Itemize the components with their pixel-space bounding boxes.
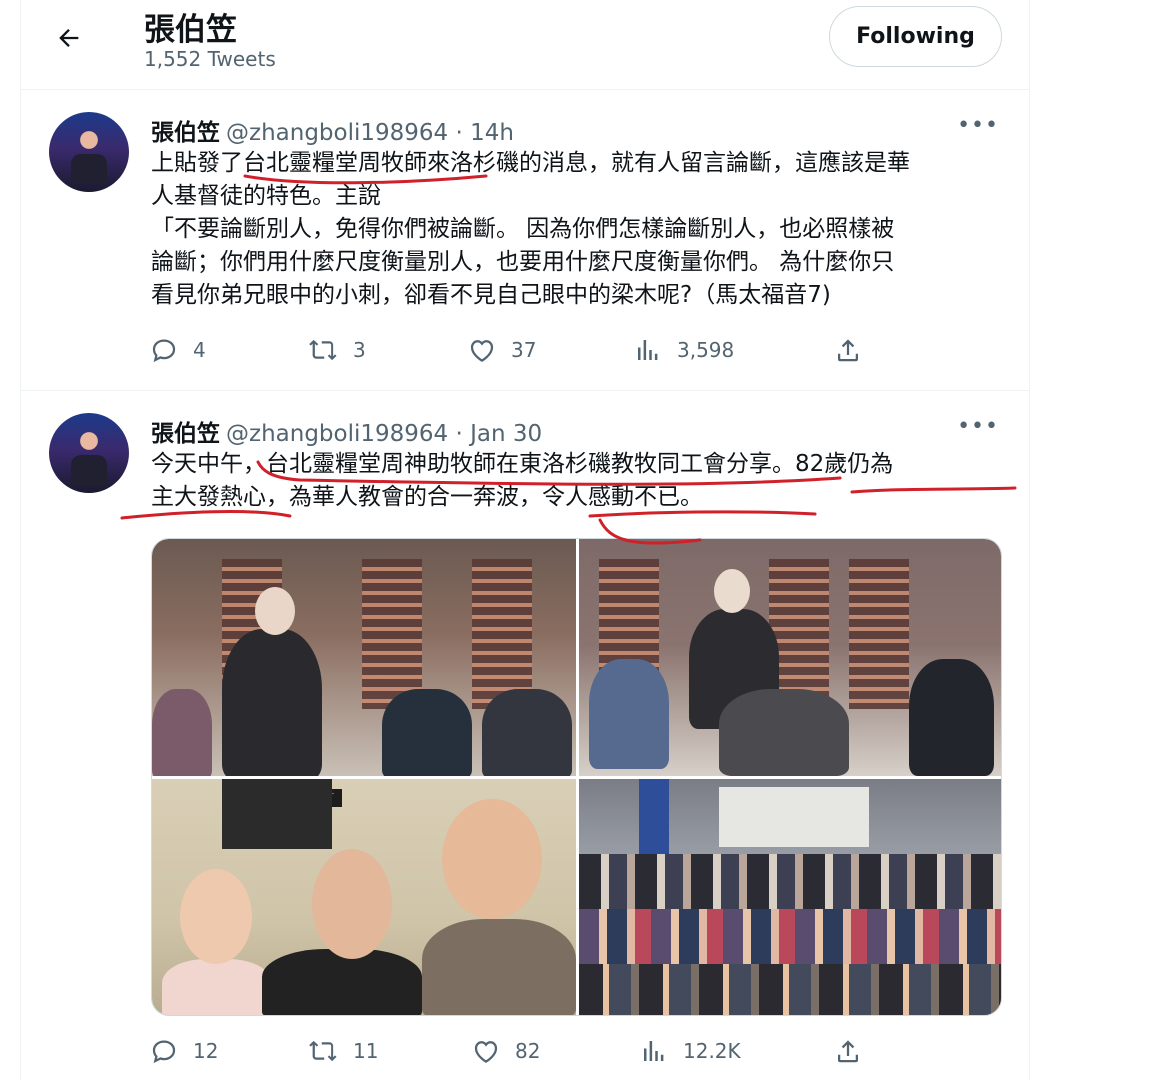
ellipsis-icon: ••• — [957, 414, 999, 439]
elder-head — [312, 849, 392, 959]
share-button[interactable] — [833, 1036, 863, 1066]
reply-button[interactable]: 12 — [149, 1036, 218, 1066]
retweet-icon — [309, 339, 337, 361]
like-count: 82 — [515, 1039, 541, 1063]
reply-button[interactable]: 4 — [149, 335, 206, 365]
tweet-line: 人基督徒的特色。主說 — [151, 183, 381, 209]
author-name[interactable]: 張伯笠 — [151, 421, 220, 447]
crowd-back-row — [579, 854, 1001, 914]
seated-person — [719, 689, 849, 776]
tweet-text: 上貼發了台北靈糧堂周牧師來洛杉磯的消息，就有人留言論斷，這應該是華 人基督徒的特… — [151, 147, 1006, 312]
seated-person — [382, 689, 472, 776]
views-button[interactable]: 12.2K — [639, 1036, 741, 1066]
author-handle[interactable]: @zhangboli198964 · 14h — [226, 120, 514, 146]
tweet-actions: 12 11 82 12.2K — [149, 1036, 869, 1076]
tweet-line: 主大發熱心，為華人教會的合一奔波，令人感動不已。 — [151, 484, 703, 510]
retweet-count: 11 — [353, 1039, 379, 1063]
elder-figure — [262, 949, 422, 1015]
speaker-head — [714, 569, 750, 613]
tweet-line: 「不要論斷別人，免得你們被論斷。 因為你們怎樣論斷別人，也必照樣被 — [151, 216, 895, 242]
reply-icon — [152, 1040, 176, 1064]
speaker-head — [255, 587, 295, 635]
analytics-icon — [644, 1041, 664, 1061]
woman-head — [180, 869, 252, 964]
tweet-meta: 張伯笠 @zhangboli198964 · 14h — [151, 113, 514, 147]
avatar[interactable] — [49, 112, 129, 192]
photo-speaker-room[interactable] — [579, 539, 1001, 776]
tweet-line: 上貼發了台北靈糧堂周牧師來洛杉磯的消息，就有人留言論斷，這應該是華 — [151, 150, 910, 176]
crowd-middle-row — [579, 909, 1001, 969]
heart-icon — [474, 1041, 498, 1063]
tweet-line: 看見你弟兄眼中的小刺，卻看不見自己眼中的梁木呢?（馬太福音7) — [151, 282, 831, 308]
seated-person — [589, 659, 669, 769]
man-figure — [422, 919, 576, 1015]
window-blind — [362, 559, 422, 709]
more-options-button[interactable]: ••• — [957, 113, 999, 138]
photo-grid: EXIT — [151, 538, 1002, 1016]
analytics-icon — [638, 340, 658, 360]
tweet[interactable]: 張伯笠 @zhangboli198964 · 14h ••• 上貼發了台北靈糧堂周… — [21, 91, 1029, 391]
view-count: 3,598 — [677, 338, 735, 362]
heart-icon — [470, 340, 494, 362]
retweet-icon — [309, 1040, 337, 1062]
reply-icon — [152, 339, 176, 363]
retweet-count: 3 — [353, 338, 366, 362]
profile-name: 張伯笠 — [144, 12, 237, 48]
tweet-text: 今天中午，台北靈糧堂周神助牧師在東洛杉磯教牧同工會分享。82歲仍為 主大發熱心，… — [151, 448, 1006, 514]
seated-person — [909, 659, 994, 776]
retweet-button[interactable]: 11 — [307, 1036, 378, 1066]
author-handle[interactable]: @zhangboli198964 · Jan 30 — [226, 421, 542, 447]
like-button[interactable]: 82 — [471, 1036, 540, 1066]
profile-header: 張伯笠 1,552 Tweets Following — [21, 0, 1029, 90]
man-head — [442, 799, 542, 919]
like-button[interactable]: 37 — [467, 335, 536, 365]
crowd-front-row — [579, 964, 1001, 1015]
tweet-line: 今天中午，台北靈糧堂周神助牧師在東洛杉磯教牧同工會分享。82歲仍為 — [151, 451, 894, 477]
tweet-line: 論斷；你們用什麼尺度衡量別人，也要用什麼尺度衡量你們。 為什麼你只 — [151, 249, 895, 275]
seated-person — [152, 689, 212, 776]
seated-person — [482, 689, 572, 776]
view-count: 12.2K — [683, 1039, 741, 1063]
tweet-meta: 張伯笠 @zhangboli198964 · Jan 30 — [151, 414, 542, 448]
photo-group-photo[interactable] — [579, 779, 1001, 1015]
tweet-actions: 4 3 37 3,598 — [149, 335, 869, 375]
share-icon — [838, 1040, 858, 1063]
speaker-figure — [222, 629, 322, 776]
like-count: 37 — [511, 338, 537, 362]
following-button[interactable]: Following — [829, 6, 1002, 67]
ellipsis-icon: ••• — [957, 113, 999, 138]
back-button[interactable] — [49, 18, 89, 58]
tweet[interactable]: 張伯笠 @zhangboli198964 · Jan 30 ••• 今天中午，台北… — [21, 392, 1029, 1080]
photo-speaker-standing[interactable] — [152, 539, 576, 776]
retweet-button[interactable]: 3 — [307, 335, 366, 365]
window-blind — [849, 559, 909, 709]
timeline-column: 張伯笠 1,552 Tweets Following 張伯笠 @zhangboli… — [20, 0, 1030, 1080]
tweet-count: 1,552 Tweets — [144, 47, 276, 71]
share-icon — [838, 339, 858, 362]
more-options-button[interactable]: ••• — [957, 414, 999, 439]
arrow-left-icon — [59, 29, 79, 47]
avatar[interactable] — [49, 413, 129, 493]
reply-count: 4 — [193, 338, 206, 362]
share-button[interactable] — [833, 335, 863, 365]
woman-figure — [162, 959, 272, 1015]
projector-screen — [719, 787, 869, 847]
author-name[interactable]: 張伯笠 — [151, 120, 220, 146]
wall-tv — [222, 779, 332, 849]
views-button[interactable]: 3,598 — [633, 335, 734, 365]
reply-count: 12 — [193, 1039, 219, 1063]
photo-group-portrait[interactable]: EXIT — [152, 779, 576, 1015]
window-blind — [472, 559, 532, 709]
